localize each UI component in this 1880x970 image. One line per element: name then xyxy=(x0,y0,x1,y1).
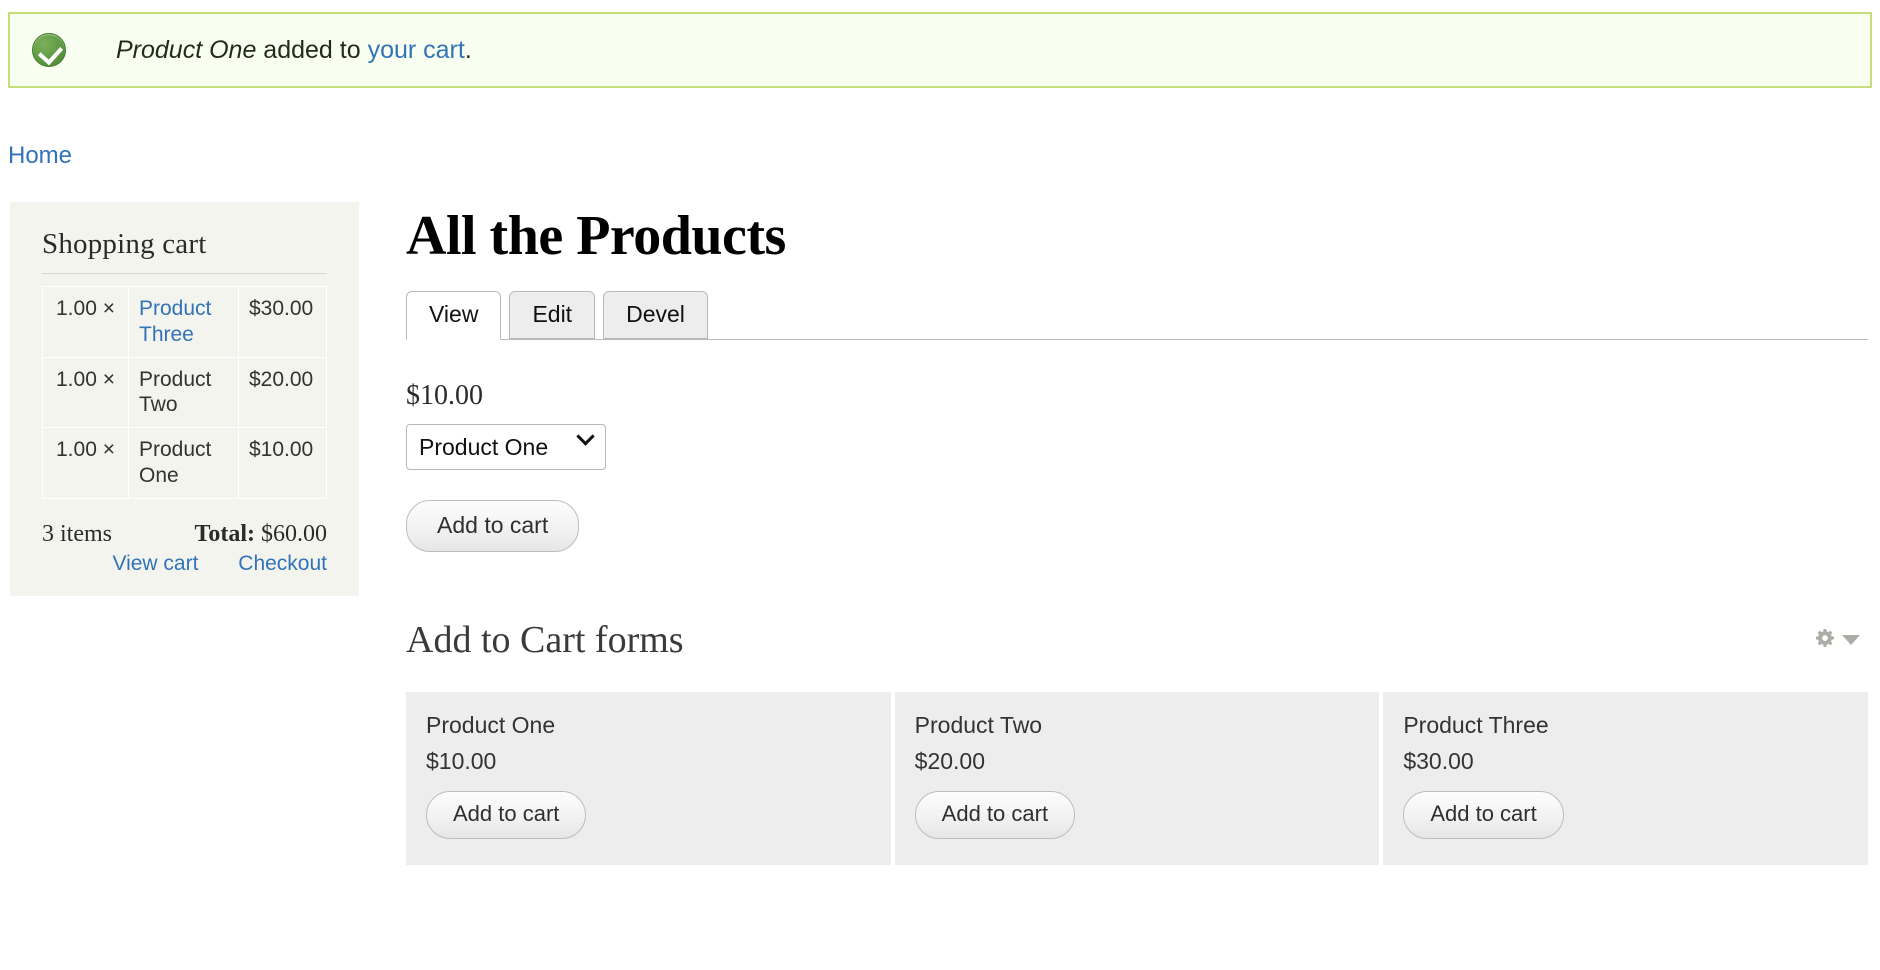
cart-row-total: $30.00 xyxy=(238,286,327,358)
card-product-name: Product Three xyxy=(1403,712,1549,739)
table-row: 1.00 × Product One $10.00 xyxy=(42,427,327,499)
card-product-name: Product Two xyxy=(914,712,1043,739)
status-product-name: Product One xyxy=(116,35,257,64)
add-to-cart-button[interactable]: Add to cart xyxy=(406,499,580,553)
cart-total: Total: $60.00 xyxy=(195,521,327,548)
status-middle-text: added to xyxy=(256,35,368,64)
cart-row-product-link[interactable]: Product Three xyxy=(139,297,211,346)
add-to-cart-forms-header: Add to Cart forms xyxy=(406,618,1868,662)
shopping-cart-title: Shopping cart xyxy=(42,228,327,274)
cart-total-value: $60.00 xyxy=(261,520,327,547)
cart-row-quantity: 1.00 × xyxy=(42,427,129,499)
cart-row-total: $20.00 xyxy=(238,356,327,429)
page-title: All the Products xyxy=(406,205,786,267)
cart-total-label: Total: xyxy=(194,520,255,547)
status-message-text: Product One added to your cart. xyxy=(116,36,472,65)
card-product-name: Product One xyxy=(426,712,556,739)
page-root: Product One added to your cart. Home Sho… xyxy=(0,0,1880,970)
your-cart-link[interactable]: your cart xyxy=(368,36,465,64)
section-title: Add to Cart forms xyxy=(406,619,684,662)
cart-items-table: 1.00 × Product Three $30.00 1.00 × Produ… xyxy=(42,286,327,499)
card-product-price: $30.00 xyxy=(1403,748,1474,775)
list-item: Product Two $20.00 Add to cart xyxy=(894,692,1380,865)
check-circle-icon xyxy=(32,33,66,67)
checkout-link[interactable]: Checkout xyxy=(238,552,327,575)
cart-items-count: 3 items xyxy=(42,520,112,547)
cart-row-quantity: 1.00 × xyxy=(42,356,129,429)
card-add-to-cart-button[interactable]: Add to cart xyxy=(426,791,587,839)
product-price: $10.00 xyxy=(406,379,483,411)
card-product-price: $20.00 xyxy=(914,748,986,775)
main-content: All the Products View Edit Devel $10.00 … xyxy=(406,205,1869,865)
caret-down-icon xyxy=(1842,635,1860,646)
gear-icon xyxy=(1816,629,1834,648)
product-cards-row: Product One $10.00 Add to cart Product T… xyxy=(406,692,1869,865)
tab-view[interactable]: View xyxy=(406,290,502,340)
cart-row-product: Product One xyxy=(128,427,239,499)
product-variation-select-wrapper: Product One Product Two Product Three xyxy=(406,412,606,470)
shopping-cart-block: Shopping cart 1.00 × Product Three $30.0… xyxy=(10,202,359,596)
view-cart-link[interactable]: View cart xyxy=(112,552,198,575)
cart-footer: 3 items Total: $60.00 xyxy=(42,521,327,548)
list-item: Product One $10.00 Add to cart xyxy=(406,692,891,865)
table-row: 1.00 × Product Three $30.00 xyxy=(42,286,327,358)
cart-row-product: Product Two xyxy=(128,356,239,429)
table-row: 1.00 × Product Two $20.00 xyxy=(42,356,327,429)
tab-edit[interactable]: Edit xyxy=(509,290,596,339)
contextual-links-trigger[interactable] xyxy=(1813,628,1868,652)
list-item: Product Three $30.00 Add to cart xyxy=(1383,692,1869,865)
card-add-to-cart-button[interactable]: Add to cart xyxy=(914,791,1076,839)
cart-row-product: Product Three xyxy=(128,286,239,358)
card-product-price: $10.00 xyxy=(426,748,497,775)
tab-devel[interactable]: Devel xyxy=(603,290,708,339)
status-end-text: . xyxy=(464,35,472,64)
tab-bar: View Edit Devel xyxy=(406,290,1868,340)
status-message: Product One added to your cart. xyxy=(8,12,1872,88)
product-variation-select[interactable]: Product One Product Two Product Three xyxy=(406,423,606,470)
cart-row-quantity: 1.00 × xyxy=(42,286,129,358)
cart-row-total: $10.00 xyxy=(238,427,327,499)
breadcrumb-item-home[interactable]: Home xyxy=(8,142,72,169)
cart-links: View cart Checkout xyxy=(42,552,327,576)
card-add-to-cart-button[interactable]: Add to cart xyxy=(1403,791,1564,839)
breadcrumb: Home xyxy=(8,142,72,170)
